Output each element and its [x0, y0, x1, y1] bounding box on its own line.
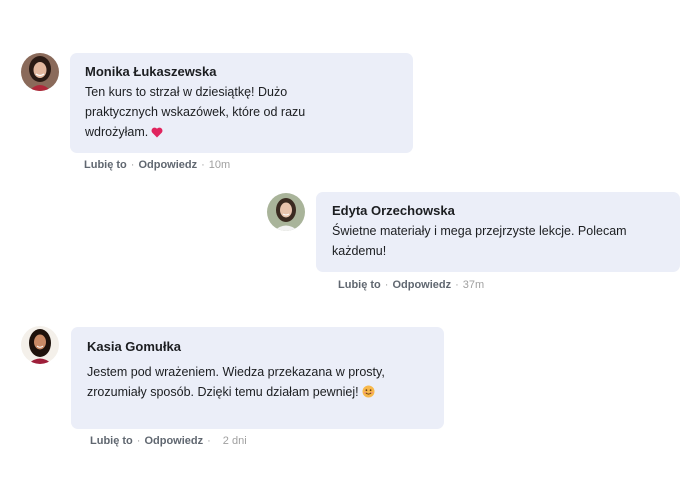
comment-timestamp: 10m [208, 159, 231, 171]
avatar-photo [267, 193, 305, 231]
like-button[interactable]: Lubię to [84, 159, 127, 171]
separator-dot: · [207, 435, 211, 447]
avatar-photo [21, 53, 59, 91]
avatar[interactable] [267, 193, 305, 231]
separator-dot: · [136, 435, 141, 447]
separator-dot: · [130, 159, 135, 171]
comment-timestamp: 37m [462, 279, 485, 291]
comment-bubble: Monika Łukaszewska Ten kurs to strzał w … [70, 53, 413, 153]
heart-icon [151, 124, 163, 144]
reply-button[interactable]: Odpowiedz [144, 435, 203, 447]
comment-bubble: Edyta Orzechowska Świetne materiały i me… [316, 192, 680, 272]
separator-dot: · [201, 159, 205, 171]
comment-actions: Lubię to · Odpowiedz · 10m [84, 158, 230, 172]
comment-author[interactable]: Monika Łukaszewska [85, 64, 399, 80]
avatar-photo [21, 326, 59, 364]
comment-actions: Lubię to · Odpowiedz · 2 dni [90, 434, 247, 448]
reply-button[interactable]: Odpowiedz [138, 159, 197, 171]
comment-author[interactable]: Kasia Gomułka [87, 339, 430, 355]
reply-button[interactable]: Odpowiedz [392, 279, 451, 291]
comment-text: Jestem pod wrażeniem. Wiedza przekazana … [87, 362, 407, 404]
comment-bubble: Kasia Gomułka Jestem pod wrażeniem. Wied… [71, 327, 444, 429]
separator-dot: · [384, 279, 389, 291]
avatar[interactable] [21, 326, 59, 364]
comment-text: Świetne materiały i mega przejrzyste lek… [332, 224, 627, 258]
like-button[interactable]: Lubię to [338, 279, 381, 291]
comment-text: Ten kurs to strzał w dziesiątkę! Dużo pr… [85, 82, 330, 144]
avatar[interactable] [21, 53, 59, 91]
smile-emoji-icon [362, 384, 375, 404]
like-button[interactable]: Lubię to [90, 435, 133, 447]
separator-dot: · [455, 279, 459, 291]
comment-timestamp: 2 dni [222, 435, 247, 447]
comment-actions: Lubię to · Odpowiedz · 37m [338, 278, 484, 292]
comment-author[interactable]: Edyta Orzechowska [332, 203, 666, 219]
